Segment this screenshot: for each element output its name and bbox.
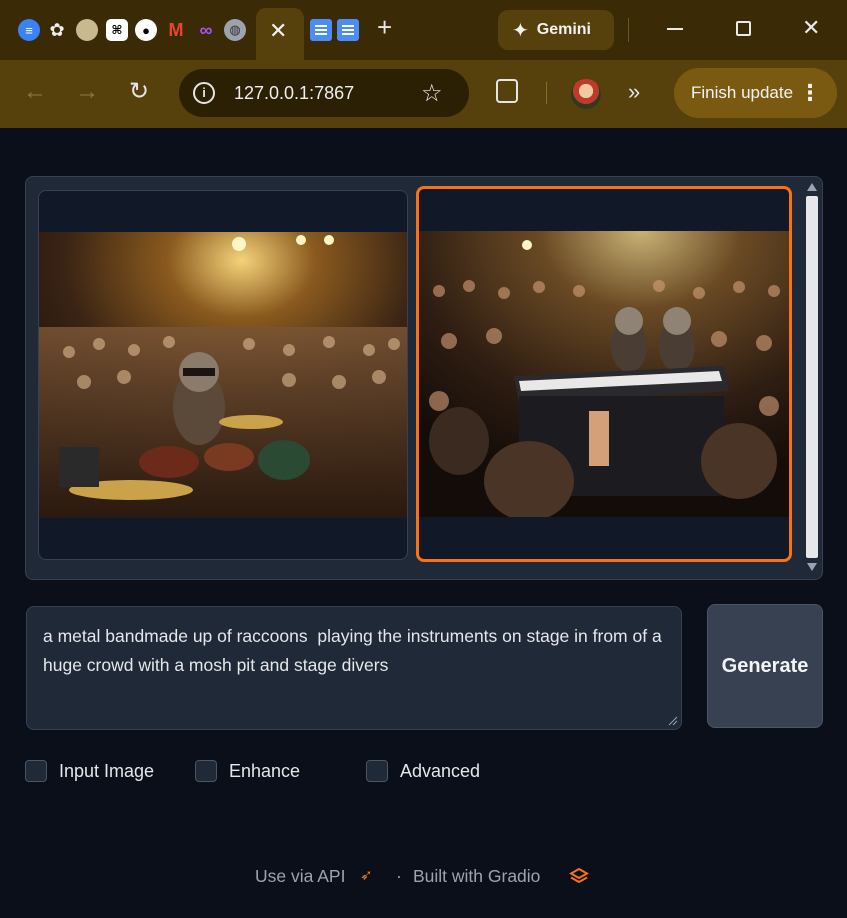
finish-update-label: Finish update xyxy=(691,83,794,102)
input-image-label: Input Image xyxy=(59,760,155,781)
tab-icon-4[interactable]: ⌘ xyxy=(106,19,128,41)
address-bar[interactable]: i 127.0.0.1:7867 ☆ xyxy=(179,69,469,117)
minimize-icon[interactable] xyxy=(667,28,683,30)
scroll-up-icon[interactable] xyxy=(807,183,817,191)
enhance-checkbox[interactable]: Enhance xyxy=(195,760,300,782)
gradio-app: a metal bandmade up of raccoons playing … xyxy=(0,128,847,918)
rocket-icon: ➶ xyxy=(360,867,373,884)
scroll-down-icon[interactable] xyxy=(807,563,817,571)
gallery-scrollbar[interactable] xyxy=(804,181,820,575)
enhance-label: Enhance xyxy=(229,760,301,781)
new-tab-button[interactable]: + xyxy=(377,14,392,40)
url-text[interactable]: 127.0.0.1:7867 xyxy=(234,83,354,104)
tab-icon-7[interactable]: ∞ xyxy=(195,19,217,41)
chevron-more-icon[interactable]: » xyxy=(628,81,640,103)
input-image-checkbox[interactable]: Input Image xyxy=(25,760,154,782)
openai-icon[interactable]: ✿ xyxy=(46,19,68,41)
gemini-sparkle-icon: ✦ xyxy=(512,19,529,42)
prompt-input[interactable]: a metal bandmade up of raccoons playing … xyxy=(26,606,682,730)
built-with-gradio-link[interactable]: Built with Gradio xyxy=(413,866,540,887)
generate-button[interactable]: Generate xyxy=(707,604,823,728)
window-close-icon[interactable]: ✕ xyxy=(802,17,820,39)
raccoon-keyboardists-image[interactable] xyxy=(416,186,792,562)
enhance-checkbox-box[interactable] xyxy=(195,760,217,782)
advanced-checkbox[interactable]: Advanced xyxy=(366,760,480,782)
resize-grip-icon[interactable] xyxy=(668,716,678,726)
gallery-image-1 xyxy=(39,232,407,518)
tab-icon-1[interactable]: ≡ xyxy=(18,19,40,41)
docs-icon-2[interactable] xyxy=(337,19,359,41)
gmail-icon[interactable]: M xyxy=(165,19,187,41)
toolbar-divider xyxy=(546,82,547,104)
gradio-logo-icon xyxy=(568,867,590,892)
site-info-icon[interactable]: i xyxy=(193,82,215,104)
use-via-api-link[interactable]: Use via API xyxy=(255,866,345,887)
output-gallery xyxy=(25,176,823,580)
reload-icon[interactable]: ↻ xyxy=(129,80,149,104)
bookmark-star-icon[interactable]: ☆ xyxy=(421,79,443,108)
extensions-icon[interactable] xyxy=(496,79,518,103)
gemini-button[interactable]: ✦ Gemini xyxy=(498,10,614,50)
active-tab[interactable]: ✕ xyxy=(256,8,304,60)
advanced-checkbox-box[interactable] xyxy=(366,760,388,782)
finish-update-button[interactable]: Finish update ⋮ xyxy=(674,68,837,118)
raccoon-drummer-image[interactable] xyxy=(38,190,408,560)
gemini-label: Gemini xyxy=(536,21,591,38)
scrollbar-thumb[interactable] xyxy=(806,196,818,558)
globe-icon[interactable]: ◍ xyxy=(224,19,246,41)
gallery-image-2 xyxy=(419,231,789,517)
footer: Use via API ➶ · Built with Gradio xyxy=(0,866,847,890)
tab-icon-3[interactable] xyxy=(76,19,98,41)
forward-icon[interactable]: → xyxy=(75,80,99,104)
menu-dots-icon[interactable]: ⋮ xyxy=(799,68,821,118)
github-icon[interactable]: ● xyxy=(135,19,157,41)
close-tab-icon[interactable]: ✕ xyxy=(269,20,287,42)
profile-avatar[interactable] xyxy=(571,79,601,109)
advanced-label: Advanced xyxy=(400,760,481,781)
tabstrip-divider xyxy=(628,18,629,42)
tab-strip: ≡ ✿ ⌘ ● M ∞ ◍ ✕ + ✦ Gemini ✕ xyxy=(0,0,847,60)
input-image-checkbox-box[interactable] xyxy=(25,760,47,782)
footer-separator: · xyxy=(396,866,402,886)
back-icon[interactable]: ← xyxy=(23,80,47,104)
docs-icon[interactable] xyxy=(310,19,332,41)
maximize-icon[interactable] xyxy=(736,21,751,36)
browser-toolbar: ← → ↻ i 127.0.0.1:7867 ☆ » Finish update… xyxy=(0,60,847,128)
